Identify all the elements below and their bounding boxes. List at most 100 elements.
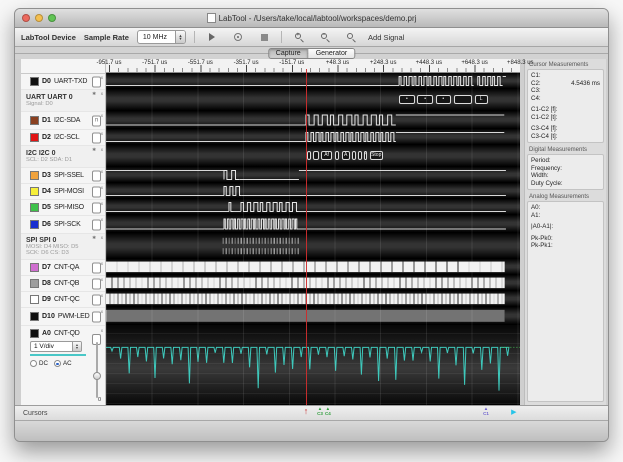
remove-signal-icon[interactable]: x <box>101 201 103 206</box>
timeline-tick-label: -151.7 us <box>279 60 304 66</box>
remove-signal-icon[interactable]: x <box>101 309 103 314</box>
channel-row-d9[interactable]: D9CNT-QCx <box>21 292 105 308</box>
cursor-marker-scroll[interactable]: ▶ <box>511 407 516 416</box>
remove-signal-icon[interactable]: x <box>101 328 103 333</box>
gear-icon[interactable]: ✱ <box>92 147 96 153</box>
decode-value-box <box>352 151 356 160</box>
cursor-measurements-box: C1:C2:4.5436 msC3:C4:C1-C2 [f]:C1-C2 [t]… <box>527 69 604 143</box>
zoom-window-button[interactable] <box>48 14 56 22</box>
trigger-button-d5[interactable] <box>92 202 101 213</box>
remove-signal-icon[interactable]: x <box>101 131 103 136</box>
trigger-button-d3[interactable] <box>92 170 101 181</box>
channel-name: SPI-SCK <box>54 221 81 228</box>
remove-signal-icon[interactable]: x <box>101 75 103 80</box>
minimize-button[interactable] <box>35 14 43 22</box>
group-label: UART UART 0 <box>26 94 73 101</box>
gear-icon[interactable]: ✱ <box>92 91 96 97</box>
remove-signal-icon[interactable]: x <box>101 235 103 240</box>
channel-id: A0 <box>42 330 51 337</box>
tab-generator[interactable]: Generator <box>308 49 355 58</box>
trigger-button-d0[interactable] <box>92 76 101 87</box>
device-button[interactable]: LabTool Device <box>21 33 76 42</box>
trigger-button-d8[interactable] <box>92 278 101 289</box>
gear-icon[interactable]: ✱ <box>92 235 96 241</box>
digital-measurements-box: Period:Frequency:Width:Duty Cycle: <box>527 154 604 190</box>
zoom-out-button[interactable]: − <box>316 31 334 44</box>
sample-rate-select[interactable]: 10 MHz ▲▼ <box>137 30 186 44</box>
remove-signal-icon[interactable]: x <box>101 147 103 152</box>
remove-signal-icon[interactable]: x <box>101 169 103 174</box>
trigger-button-d9[interactable] <box>92 294 101 305</box>
measurement-label: C3: <box>531 87 541 95</box>
sample-rate-value: 10 MHz <box>138 34 175 41</box>
tab-capture[interactable]: Capture <box>269 49 308 58</box>
measurement-row: C3-C4 [f]: <box>531 125 600 133</box>
channel-row-i2c[interactable]: I2C I2C 0SCL: D2 SDA: D1✱x <box>21 146 105 168</box>
channel-row-uart[interactable]: UART UART 0Signal: D0✱x <box>21 90 105 112</box>
coupling-radio-dc[interactable]: DC <box>30 360 48 367</box>
zoom-all-button[interactable] <box>342 31 360 44</box>
remove-signal-icon[interactable]: x <box>101 113 103 118</box>
continuous-capture-button[interactable] <box>229 31 247 44</box>
waveform-plot[interactable]: -951.7 us-751.7 us-551.7 us-351.7 us-151… <box>106 59 520 405</box>
channel-row-d6[interactable]: D6SPI-SCKx <box>21 216 105 234</box>
channel-row-d4[interactable]: D4SPI-MOSIx <box>21 184 105 200</box>
stepper-icon[interactable]: ▲▼ <box>72 342 81 351</box>
timeline-tick-label: -751.7 us <box>142 60 167 66</box>
trigger-button-d1[interactable]: ⊓ <box>92 115 101 126</box>
decode-value-box: • <box>399 95 415 104</box>
volts-per-div-select[interactable]: 1 V/div▲▼ <box>30 341 82 352</box>
channel-row-d0[interactable]: D0UART-TXDx <box>21 74 105 90</box>
trigger-button-d6[interactable] <box>92 219 101 230</box>
title-bar[interactable]: LabTool - /Users/take/local/labtool/work… <box>15 9 608 28</box>
trigger-button-d4[interactable] <box>92 186 101 197</box>
zoom-in-button[interactable]: + <box>290 31 308 44</box>
remove-signal-icon[interactable]: x <box>101 293 103 298</box>
lane-i2c: AfANStop <box>106 145 520 167</box>
measurement-label: C1-C2 [f]: <box>531 106 557 114</box>
trigger-button-d7[interactable] <box>92 262 101 273</box>
trigger-button-d2[interactable] <box>92 132 101 143</box>
analog-offset-slider[interactable] <box>94 342 99 398</box>
remove-signal-icon[interactable]: x <box>101 261 103 266</box>
measurement-row: C2:4.5436 ms <box>531 80 600 88</box>
channel-row-d2[interactable]: D2I2C-SCLx <box>21 130 105 146</box>
timeline-ruler[interactable]: -951.7 us-751.7 us-551.7 us-351.7 us-151… <box>106 59 520 73</box>
channel-row-d3[interactable]: D3SPI-SSELx <box>21 168 105 184</box>
stop-button[interactable] <box>255 31 273 44</box>
cursor-marker-C4[interactable]: ▲C4 <box>325 407 331 416</box>
remove-signal-icon[interactable]: x <box>101 277 103 282</box>
slider-handle-icon[interactable] <box>93 372 101 380</box>
channel-row-a0[interactable]: A0CNT-QDx1 V/div▲▼DCAC0 <box>21 326 105 406</box>
remove-signal-icon[interactable]: x <box>101 217 103 222</box>
coupling-radio-ac[interactable]: AC <box>54 360 72 367</box>
measurement-row: A1: <box>531 212 600 220</box>
toolbar-separator <box>281 31 282 43</box>
channel-color-swatch <box>30 312 39 321</box>
cursor-marker-trigger[interactable]: ↑ <box>304 407 309 416</box>
remove-signal-icon[interactable]: x <box>101 185 103 190</box>
timeline-tick-label: +248.3 us <box>370 60 397 66</box>
measurement-row: C3: <box>531 87 600 95</box>
stepper-icon[interactable]: ▲▼ <box>175 31 185 43</box>
trigger-marker-icon: ↑ <box>304 407 309 416</box>
cursor-marker-C3[interactable]: ▲C3 <box>317 407 323 416</box>
close-button[interactable] <box>22 14 30 22</box>
trigger-button-d10[interactable] <box>92 311 101 322</box>
add-signal-button[interactable]: Add Signal <box>368 33 404 42</box>
channel-row-d1[interactable]: D1I2C-SDA⊓x <box>21 112 105 130</box>
channel-row-spi[interactable]: SPI SPI 0MOSI: D4 MISO: D5SCK: D6 CS: D3… <box>21 234 105 260</box>
cursor-marker-C1[interactable]: ▲C1 <box>483 407 489 416</box>
group-label: I2C I2C 0 <box>26 150 56 157</box>
timeline-tick-label: -551.7 us <box>188 60 213 66</box>
channel-row-d7[interactable]: D7CNT-QAx <box>21 260 105 276</box>
channel-row-d10[interactable]: D10PWM-LEDx <box>21 308 105 326</box>
channel-row-d5[interactable]: D5SPI-MISOx <box>21 200 105 216</box>
channel-row-d8[interactable]: D8CNT-QBx <box>21 276 105 292</box>
channel-id: D3 <box>42 172 51 179</box>
run-button[interactable] <box>203 31 221 44</box>
timeline-tick-label: -351.7 us <box>234 60 259 66</box>
channel-color-swatch <box>30 187 39 196</box>
analog-measurements-box: A0:A1:|A0-A1|:Pk-Pk0:Pk-Pk1: <box>527 201 604 402</box>
remove-signal-icon[interactable]: x <box>101 91 103 96</box>
